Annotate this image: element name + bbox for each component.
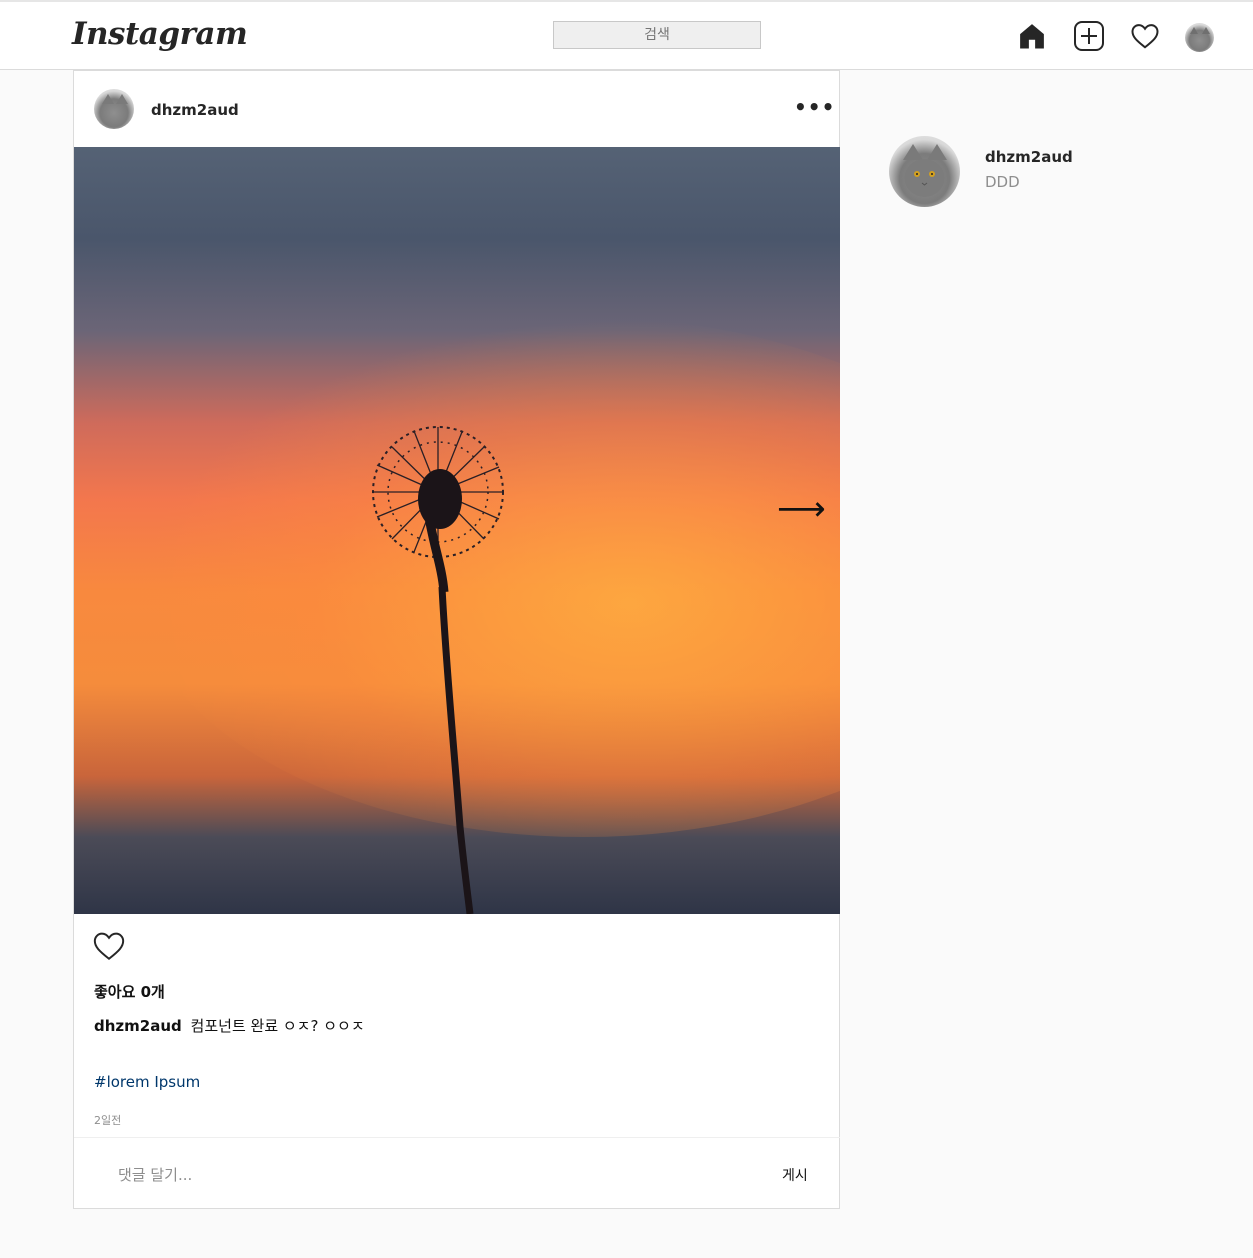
- next-image-arrow[interactable]: ⟶: [777, 492, 826, 526]
- post-timestamp: 2일전: [94, 1114, 122, 1127]
- post-image: ⟶: [74, 147, 840, 914]
- post-card: dhzm2aud ••• ⟶ 좋아요 0개 dhzm2aud 컴포넌트 완료 ㅇ…: [73, 70, 840, 1209]
- search-input[interactable]: [553, 21, 761, 49]
- like-heart-icon[interactable]: [92, 929, 126, 963]
- cat-face-icon: [904, 159, 945, 197]
- like-count: 좋아요 0개: [94, 983, 165, 1001]
- sidebar-avatar[interactable]: [889, 136, 960, 207]
- hashtag-link[interactable]: #lorem Ipsum: [94, 1073, 200, 1091]
- sidebar-display-name: DDD: [985, 173, 1020, 191]
- comment-input[interactable]: [118, 1161, 738, 1189]
- post-author-avatar[interactable]: [94, 89, 134, 129]
- profile-avatar[interactable]: [1185, 23, 1214, 52]
- sidebar-username[interactable]: dhzm2aud: [985, 148, 1073, 166]
- add-post-icon[interactable]: [1072, 19, 1106, 53]
- post-caption: dhzm2aud 컴포넌트 완료 ㅇㅈ? ㅇㅇㅈ: [94, 1015, 365, 1036]
- post-comment-button[interactable]: 게시: [782, 1165, 808, 1185]
- dandelion-silhouette: [372, 426, 504, 914]
- caption-username[interactable]: dhzm2aud: [94, 1017, 182, 1035]
- heart-icon[interactable]: [1128, 19, 1162, 53]
- post-username[interactable]: dhzm2aud: [151, 101, 239, 119]
- caption-text: 컴포넌트 완료 ㅇㅈ? ㅇㅇㅈ: [190, 1017, 365, 1035]
- top-navbar: Instagram: [0, 2, 1253, 70]
- home-icon[interactable]: [1015, 19, 1049, 53]
- comment-divider: [74, 1137, 840, 1138]
- instagram-logo[interactable]: Instagram: [72, 16, 248, 52]
- more-options-icon[interactable]: •••: [794, 95, 835, 119]
